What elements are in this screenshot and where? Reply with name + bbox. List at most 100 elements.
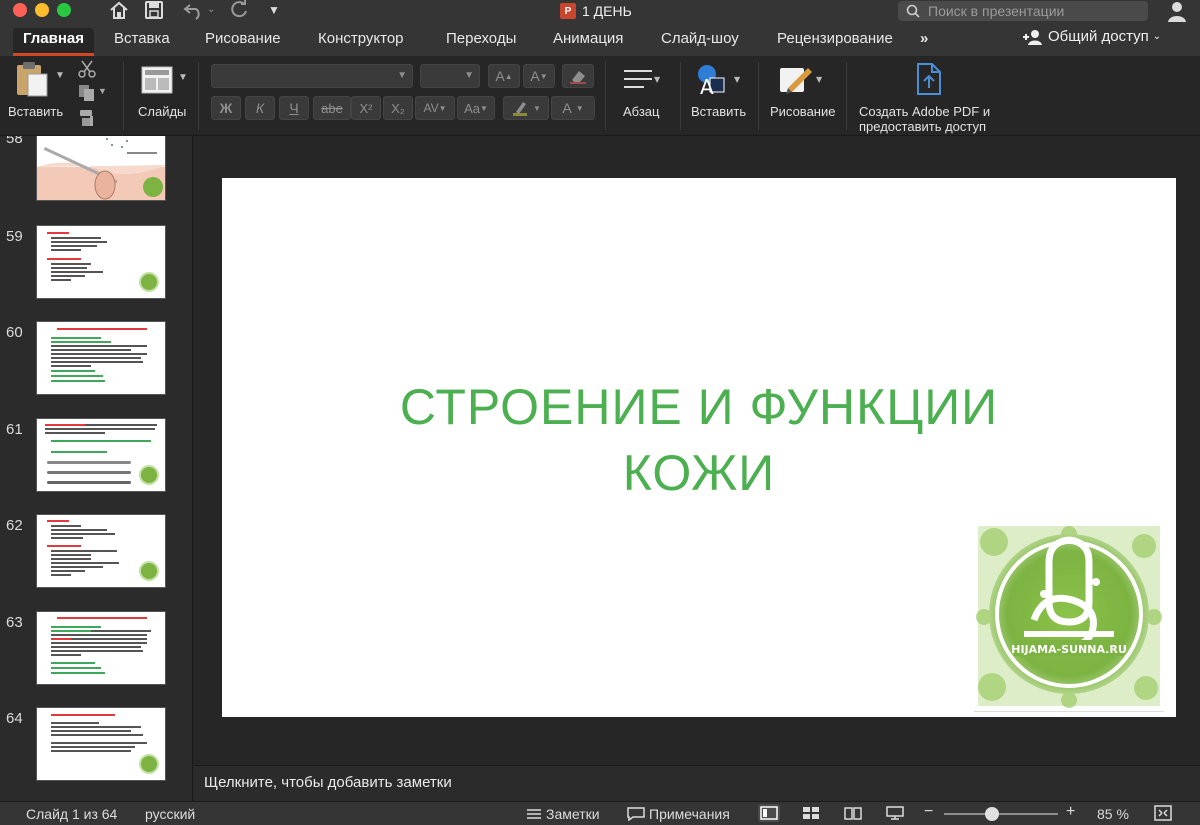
- tab-draw[interactable]: Рисование: [195, 28, 291, 56]
- thumbnail-logo: [139, 465, 159, 485]
- search-box[interactable]: [898, 1, 1148, 21]
- font-name-field[interactable]: ▼: [211, 64, 413, 88]
- slide-counter: Слайд 1 из 64: [26, 806, 118, 822]
- insert-shapes-button[interactable]: A ▼: [696, 64, 744, 101]
- drawing-button[interactable]: ▼: [778, 64, 826, 101]
- fit-slide-button[interactable]: [1152, 804, 1174, 822]
- slide-thumbnail-62[interactable]: [36, 514, 166, 588]
- home-icon[interactable]: [108, 0, 130, 22]
- copy-icon[interactable]: [78, 84, 98, 107]
- minimize-window-button[interactable]: [35, 3, 49, 17]
- subscript-button[interactable]: X₂: [383, 96, 413, 120]
- search-input[interactable]: [928, 3, 1138, 19]
- change-case-button[interactable]: Aa ▼: [457, 96, 495, 120]
- share-pdf-icon: [917, 63, 941, 95]
- superscript-button[interactable]: X²: [351, 96, 381, 120]
- account-icon[interactable]: [1166, 0, 1188, 22]
- notes-icon: [527, 809, 541, 819]
- normal-view-button[interactable]: [758, 804, 780, 822]
- more-tabs-button[interactable]: »: [910, 28, 938, 56]
- paste-button[interactable]: [14, 60, 50, 103]
- new-slide-button[interactable]: [141, 66, 173, 99]
- slide-thumbnail-61[interactable]: [36, 418, 166, 492]
- format-painter-icon[interactable]: [78, 108, 98, 133]
- notes-pane[interactable]: Щелкните, чтобы добавить заметки: [194, 765, 1200, 801]
- tab-home[interactable]: Главная: [13, 28, 95, 56]
- undo-dropdown-icon[interactable]: ⌄: [207, 0, 215, 22]
- zoom-out-button[interactable]: −: [924, 803, 933, 821]
- svg-text:A: A: [700, 75, 714, 96]
- slide-thumbnail-60[interactable]: [36, 321, 166, 395]
- slide-number: 61: [6, 421, 23, 438]
- slide-number: 62: [6, 517, 23, 534]
- zoom-slider-track[interactable]: [944, 813, 1058, 815]
- current-slide[interactable]: СТРОЕНИЕ И ФУНКЦИИ КОЖИ HIJAMA-SUNNA.RU: [222, 178, 1176, 717]
- notes-toggle-button[interactable]: Заметки: [526, 806, 600, 822]
- svg-text:▼: ▼: [816, 75, 823, 84]
- character-spacing-button[interactable]: AV ▼: [415, 96, 455, 120]
- ribbon-separator: [123, 62, 124, 130]
- create-adobe-pdf-button[interactable]: [912, 62, 944, 101]
- undo-icon[interactable]: [183, 0, 205, 22]
- underline-button[interactable]: Ч: [279, 96, 309, 120]
- slide-sorter-view-button[interactable]: [800, 804, 822, 822]
- hijama-logo-image[interactable]: HIJAMA-SUNNA.RU: [974, 522, 1164, 712]
- copy-dropdown-icon[interactable]: ▼: [98, 86, 107, 96]
- tab-review[interactable]: Рецензирование: [767, 28, 903, 56]
- eraser-icon: [570, 71, 586, 84]
- status-bar: Слайд 1 из 64 русский Заметки Примечания…: [0, 801, 1200, 825]
- font-size-field[interactable]: ▼: [420, 64, 480, 88]
- slide-thumbnails-panel[interactable]: 58 59 60 61 62 63 64: [0, 136, 193, 801]
- italic-button[interactable]: К: [245, 96, 275, 120]
- ribbon-separator: [758, 62, 759, 130]
- maximize-window-button[interactable]: [57, 3, 71, 17]
- close-window-button[interactable]: [13, 3, 27, 17]
- shrink-font-button[interactable]: A ▼: [523, 64, 555, 88]
- ribbon-separator: [680, 62, 681, 130]
- tab-design[interactable]: Конструктор: [308, 28, 414, 56]
- tab-slideshow[interactable]: Слайд-шоу: [651, 28, 749, 56]
- slide-title-line1: СТРОЕНИЕ И ФУНКЦИИ: [399, 379, 999, 435]
- share-button[interactable]: Общий доступ ⌄: [1022, 28, 1161, 45]
- customize-toolbar-icon[interactable]: ▼: [268, 0, 280, 22]
- highlight-button[interactable]: ▼: [503, 96, 549, 120]
- slide-title-line2: КОЖИ: [622, 445, 776, 501]
- slide-thumbnail-58[interactable]: [36, 136, 166, 201]
- language-indicator[interactable]: русский: [145, 806, 195, 822]
- comments-toggle-button[interactable]: Примечания: [627, 806, 730, 822]
- clear-formatting-button[interactable]: [562, 64, 594, 88]
- tab-transitions[interactable]: Переходы: [436, 28, 526, 56]
- slides-dropdown-icon[interactable]: ▼: [178, 72, 188, 83]
- zoom-level[interactable]: 85 %: [1097, 806, 1129, 822]
- reading-view-button[interactable]: [842, 804, 864, 822]
- paragraph-button[interactable]: ▼: [622, 68, 662, 95]
- paste-dropdown-icon[interactable]: ▼: [55, 70, 65, 81]
- thumbnail-logo: [139, 561, 159, 581]
- thumbnail-logo: [139, 272, 159, 292]
- ribbon-separator: [198, 62, 199, 130]
- slide-thumbnail-63[interactable]: [36, 611, 166, 685]
- strikethrough-button[interactable]: abe: [313, 96, 351, 120]
- slide-title[interactable]: СТРОЕНИЕ И ФУНКЦИИ КОЖИ: [222, 374, 1176, 506]
- slide-number: 63: [6, 614, 23, 631]
- font-color-button[interactable]: A ▼: [551, 96, 595, 120]
- slide-number: 58: [6, 136, 23, 147]
- zoom-slider-thumb[interactable]: [985, 807, 999, 821]
- svg-text:▼: ▼: [654, 75, 661, 84]
- slideshow-view-button[interactable]: [884, 804, 906, 822]
- redo-icon[interactable]: [229, 0, 249, 22]
- tab-insert[interactable]: Вставка: [104, 28, 180, 56]
- drawing-tools-icon: ▼: [780, 68, 823, 94]
- grow-font-button[interactable]: A ▲: [488, 64, 520, 88]
- comment-icon: [627, 807, 645, 821]
- bold-button[interactable]: Ж: [211, 96, 241, 120]
- save-icon[interactable]: [145, 0, 163, 22]
- slide-thumbnail-59[interactable]: [36, 225, 166, 299]
- cut-icon[interactable]: [78, 60, 96, 83]
- tab-animations[interactable]: Анимация: [543, 28, 633, 56]
- adobe-label-line2: предоставить доступ: [859, 119, 987, 134]
- fit-to-window-icon: [1154, 805, 1172, 821]
- zoom-in-button[interactable]: +: [1066, 803, 1075, 821]
- slide-editor[interactable]: СТРОЕНИЕ И ФУНКЦИИ КОЖИ HIJAMA-SUNNA.RU: [194, 136, 1200, 765]
- slide-thumbnail-64[interactable]: [36, 707, 166, 781]
